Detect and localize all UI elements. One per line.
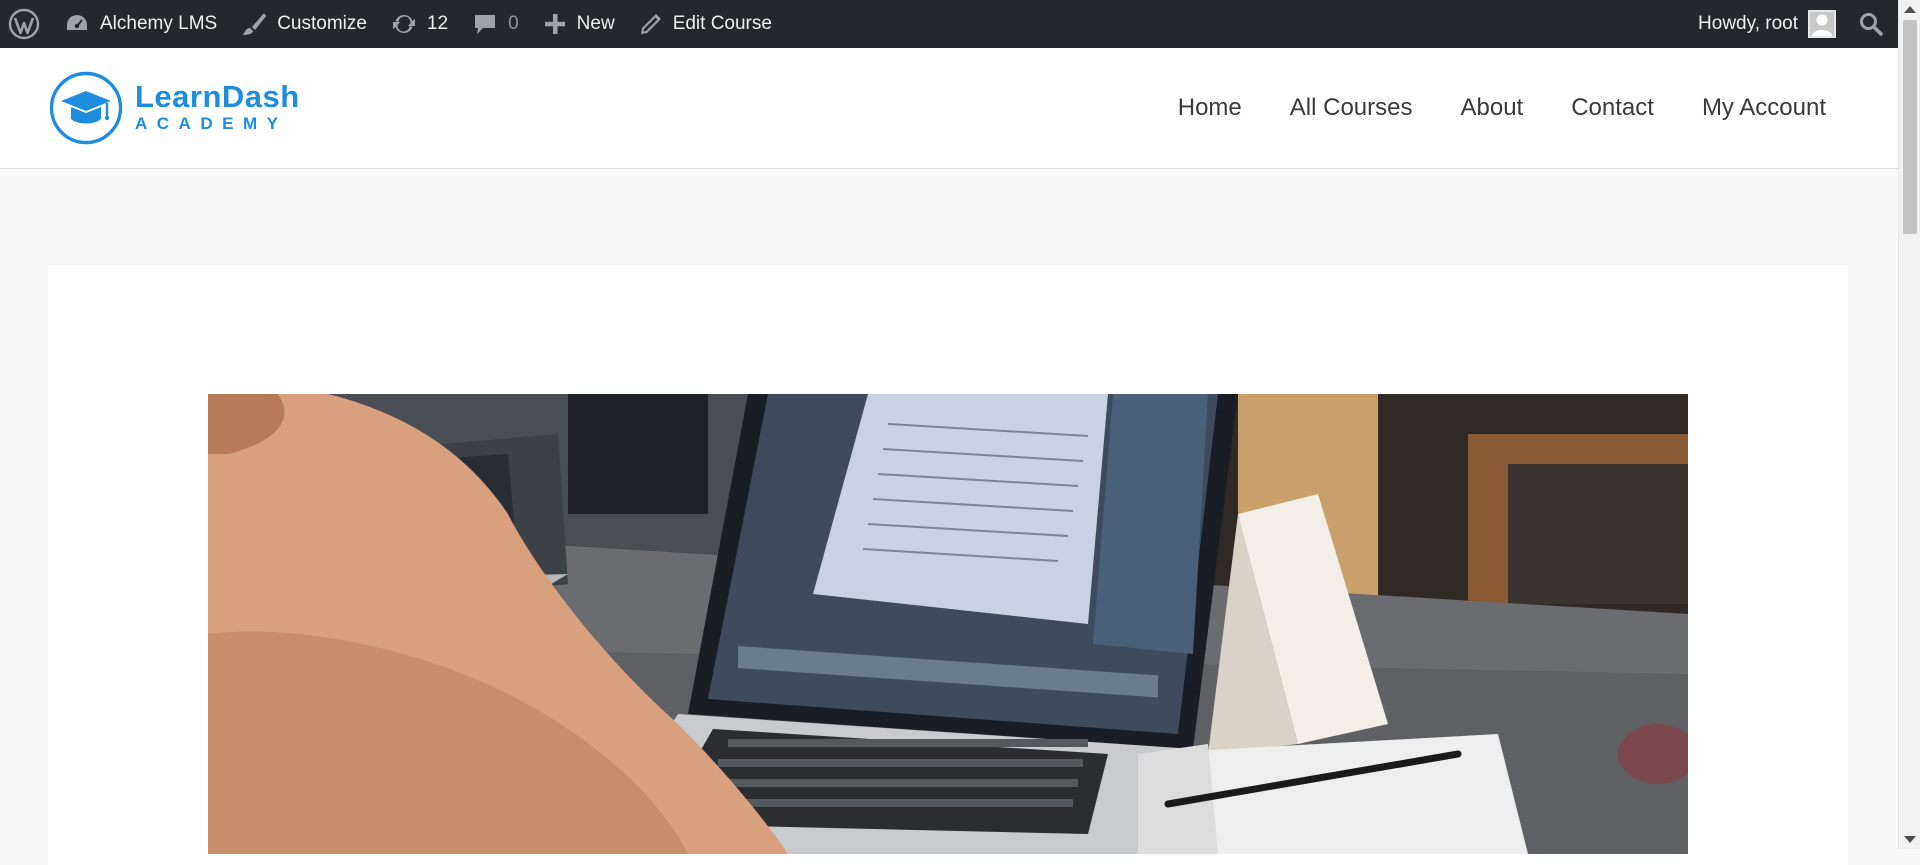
avatar — [1808, 10, 1836, 38]
site-name-menu[interactable]: Alchemy LMS — [52, 0, 229, 48]
nav-about[interactable]: About — [1461, 94, 1524, 122]
scroll-up-arrow-icon[interactable] — [1904, 6, 1916, 13]
site-header: LearnDash ACADEMY Home All Courses About… — [0, 48, 1898, 169]
course-featured-image — [208, 394, 1688, 854]
nav-all-courses[interactable]: All Courses — [1290, 94, 1413, 122]
comments-count: 0 — [508, 13, 519, 34]
updates-link[interactable]: 12 — [379, 0, 460, 48]
wordpress-logo-icon — [8, 8, 40, 40]
new-label: New — [576, 13, 615, 34]
edit-course-label: Edit Course — [672, 13, 772, 34]
laptop-photo — [208, 394, 1688, 854]
graduation-cap-logo-icon — [49, 71, 123, 145]
wordpress-menu[interactable] — [0, 0, 52, 48]
content-card — [48, 265, 1848, 865]
edit-course-link[interactable]: Edit Course — [627, 0, 784, 48]
admin-bar: Alchemy LMS Customize 12 0 New Edit Cour… — [0, 0, 1898, 48]
nav-my-account[interactable]: My Account — [1702, 94, 1826, 122]
new-content-menu[interactable]: New — [531, 0, 627, 48]
site-name-label: Alchemy LMS — [100, 13, 218, 34]
howdy-label: Howdy, root — [1698, 13, 1798, 34]
customize-label: Customize — [277, 13, 367, 34]
updates-icon — [392, 14, 415, 34]
site-logo[interactable]: LearnDash ACADEMY — [49, 71, 300, 145]
pencil-icon — [640, 14, 661, 34]
my-account-menu[interactable]: Howdy, root — [1686, 0, 1846, 48]
nav-home[interactable]: Home — [1178, 94, 1242, 122]
paintbrush-icon — [243, 13, 267, 35]
updates-count: 12 — [426, 13, 449, 34]
search-button[interactable] — [1846, 0, 1898, 48]
comments-link[interactable]: 0 — [460, 0, 531, 48]
customize-link[interactable]: Customize — [229, 0, 379, 48]
search-icon — [1860, 13, 1883, 36]
avatar-icon — [1812, 14, 1832, 36]
page-scrollbar[interactable] — [1898, 0, 1920, 849]
logo-title: LearnDash — [135, 79, 300, 114]
comment-icon — [475, 15, 496, 34]
logo-subtitle: ACADEMY — [135, 114, 288, 133]
scrollbar-thumb[interactable] — [1903, 20, 1917, 234]
dashboard-icon — [67, 15, 87, 30]
nav-contact[interactable]: Contact — [1571, 94, 1654, 122]
plus-icon — [544, 14, 565, 34]
scroll-down-arrow-icon[interactable] — [1904, 836, 1916, 843]
primary-navigation: Home All Courses About Contact My Accoun… — [1130, 48, 1826, 168]
